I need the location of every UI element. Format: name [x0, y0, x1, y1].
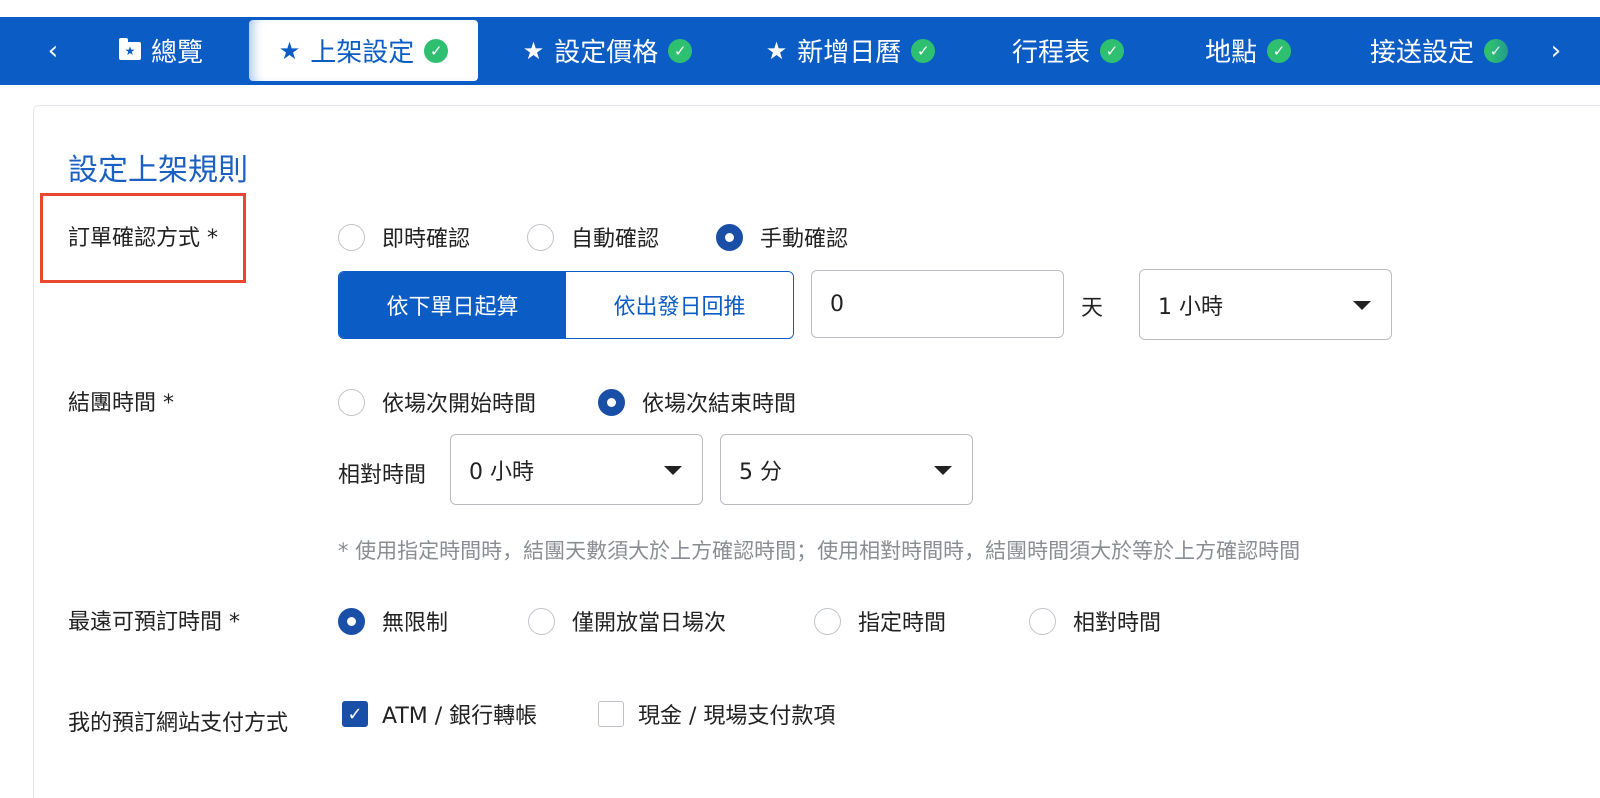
check-circle-icon: ✓ [1100, 38, 1124, 63]
tab-label: 設定價格 [554, 38, 659, 68]
close-hour-select[interactable]: 0 小時 [450, 434, 703, 505]
checkbox-square [598, 701, 624, 727]
tab-label: 地點 [1204, 38, 1257, 68]
radio-circle [716, 223, 743, 251]
radio-label: 手動確認 [760, 227, 849, 252]
radio-instant-confirm[interactable]: 即時確認 [338, 221, 470, 253]
checkmark-icon: ✓ [342, 701, 368, 727]
radio-label: 即時確認 [382, 227, 471, 252]
radio-circle [528, 607, 555, 635]
check-circle-icon: ✓ [1267, 38, 1291, 63]
radio-same-day-only[interactable]: 僅開放當日場次 [528, 605, 726, 637]
radio-label: 相對時間 [1073, 611, 1162, 636]
close-time-hint: * 使用指定時間時，結團天數須大於上方確認時間；使用相對時間時，結團時間須大於等… [338, 539, 1301, 563]
checkbox-label: 現金 / 現場支付款項 [638, 704, 836, 729]
order-confirm-label: 訂單確認方式 * [68, 226, 218, 251]
relative-time-label: 相對時間 [338, 463, 427, 488]
select-value: 1 小時 [1158, 294, 1223, 320]
segment-from-departure-date[interactable]: 依出發日回推 [566, 272, 793, 338]
tab-location[interactable]: 地點 ✓ [1195, 20, 1301, 81]
caret-down-icon [1353, 300, 1371, 310]
radio-unlimited[interactable]: 無限制 [338, 605, 448, 637]
radio-session-end[interactable]: 依場次結束時間 [598, 386, 796, 418]
days-input[interactable]: 0 [811, 270, 1064, 338]
radio-circle [1029, 607, 1056, 635]
payment-method-label: 我的預訂網站支付方式 [68, 711, 289, 736]
close-time-label: 結團時間 * [68, 391, 174, 416]
check-circle-icon: ✓ [668, 38, 693, 63]
radio-label: 依場次結束時間 [642, 392, 797, 417]
radio-label: 自動確認 [571, 227, 660, 252]
calc-mode-segmented: 依下單日起算 依出發日回推 [338, 271, 794, 339]
radio-circle [814, 607, 841, 635]
tab-itinerary[interactable]: 行程表 ✓ [998, 20, 1138, 81]
select-value: 5 分 [739, 459, 782, 485]
caret-down-icon [664, 465, 682, 475]
star-icon: ★ [765, 36, 788, 65]
tab-label: 行程表 [1011, 38, 1090, 68]
radio-circle [527, 223, 554, 251]
tab-transfer-settings[interactable]: 接送設定 ✓ [1360, 20, 1518, 81]
radio-circle [598, 388, 625, 416]
furthest-booking-label: 最遠可預訂時間 * [68, 610, 240, 635]
tab-set-price[interactable]: ★ 設定價格 ✓ [505, 20, 710, 81]
star-icon: ★ [278, 36, 301, 65]
check-circle-icon: ✓ [1484, 38, 1508, 63]
radio-circle [338, 388, 365, 416]
radio-label: 指定時間 [858, 611, 947, 636]
radio-circle [338, 607, 365, 635]
checkbox-label: ATM / 銀行轉帳 [382, 704, 538, 729]
checkbox-atm-transfer[interactable]: ✓ ATM / 銀行轉帳 [342, 698, 537, 730]
select-value: 0 小時 [469, 459, 534, 485]
tab-label: 總覽 [150, 38, 203, 68]
radio-relative-time[interactable]: 相對時間 [1029, 605, 1161, 637]
check-circle-icon: ✓ [911, 38, 936, 63]
tab-label: 上架設定 [310, 38, 415, 68]
tab-label: 接送設定 [1369, 38, 1474, 68]
star-icon: ★ [522, 36, 545, 65]
tab-add-calendar[interactable]: ★ 新增日曆 ✓ [748, 20, 953, 81]
checkbox-cash-onsite[interactable]: 現金 / 現場支付款項 [598, 698, 835, 730]
tab-label: 新增日曆 [797, 38, 902, 68]
tab-overview[interactable]: ★ 總覽 [96, 20, 226, 81]
radio-session-start[interactable]: 依場次開始時間 [338, 386, 536, 418]
radio-label: 依場次開始時間 [382, 392, 537, 417]
tabs-prev-arrow-icon[interactable]: ‹ [33, 17, 73, 85]
radio-manual-confirm[interactable]: 手動確認 [716, 221, 848, 253]
section-title: 設定上架規則 [68, 153, 248, 188]
radio-auto-confirm[interactable]: 自動確認 [527, 221, 659, 253]
segment-from-order-date[interactable]: 依下單日起算 [339, 272, 566, 338]
folder-star-icon: ★ [118, 37, 141, 60]
tabs-next-arrow-icon[interactable]: › [1536, 17, 1576, 85]
tab-bar: ‹ ★ 總覽 ★ 上架設定 ✓ ★ 設定價格 ✓ ★ 新增日曆 ✓ 行程表 ✓ … [0, 17, 1600, 85]
radio-label: 無限制 [382, 611, 449, 636]
tab-listing-settings[interactable]: ★ 上架設定 ✓ [249, 20, 478, 81]
radio-specified-time[interactable]: 指定時間 [814, 605, 946, 637]
radio-circle [338, 223, 365, 251]
close-minute-select[interactable]: 5 分 [720, 434, 973, 505]
days-unit-label: 天 [1081, 296, 1104, 321]
radio-label: 僅開放當日場次 [572, 611, 727, 636]
confirm-hour-select[interactable]: 1 小時 [1139, 269, 1392, 340]
caret-down-icon [934, 465, 952, 475]
check-circle-icon: ✓ [424, 38, 449, 63]
